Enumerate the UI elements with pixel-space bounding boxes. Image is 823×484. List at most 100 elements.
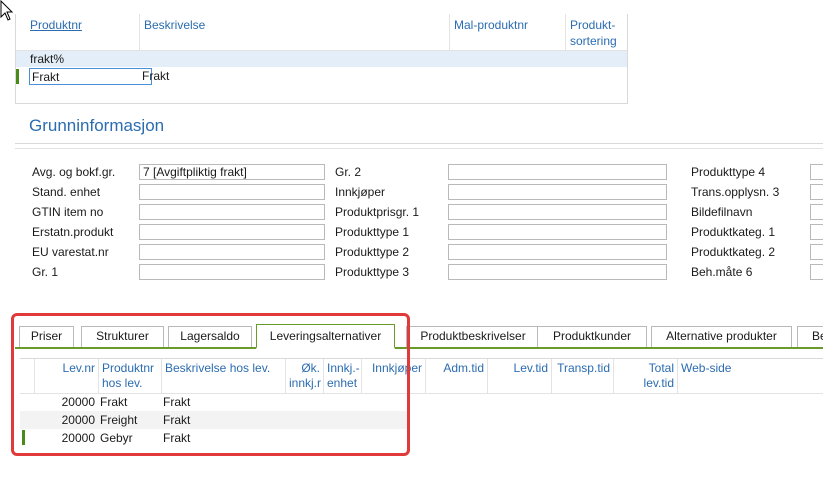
filter-value: frakt% (30, 52, 65, 66)
current-row-marker (22, 430, 25, 445)
column-header-label: Lev.tid (513, 361, 548, 375)
lev-nr-value: 20000 (61, 395, 95, 409)
column-header-total-lev-tid[interactable]: Total lev.tid (613, 359, 677, 393)
section-title: Grunninformasjon (29, 116, 165, 135)
delivery-options-grid: Lev.nr Produktnr hos lev. Beskrivelse ho… (20, 358, 823, 454)
column-header-ok-innkj-r[interactable]: Øk. innkj.r (285, 359, 323, 393)
beskrivelse-value: Frakt (163, 413, 191, 427)
label-eu-varestat-nr: EU varestat.nr (32, 245, 109, 259)
column-header-label: Innkj.- enhet (327, 361, 360, 390)
column-header-web-side[interactable]: Web-side (677, 359, 823, 393)
tab-strukturer[interactable]: Strukturer (81, 326, 164, 347)
column-header-label: Transp.tid (557, 361, 610, 375)
filter-row[interactable]: frakt% (16, 51, 627, 67)
column-header-produktnr[interactable]: Produktnr (26, 14, 139, 51)
label-erstatn-produkt: Erstatn.produkt (32, 225, 114, 239)
table-row[interactable]: 20000 Freight Frakt (20, 411, 410, 429)
stand-enhet-field[interactable] (139, 184, 325, 200)
product-list-grid: Produktnr Beskrivelse Mal-produktnr Prod… (15, 14, 628, 104)
beskrivelse-value: Frakt (142, 69, 170, 83)
label-beh-mate-6: Beh.måte 6 (691, 265, 753, 279)
label-produktkateg-2: Produktkateg. 2 (691, 245, 776, 259)
label-produkttype-2: Produkttype 2 (335, 245, 410, 259)
produktnr-value: Freight (100, 413, 138, 427)
current-row-marker (16, 69, 19, 84)
column-header-label: Produktnr hos lev. (102, 361, 155, 390)
column-header-lev-nr[interactable]: Lev.nr (34, 359, 98, 393)
produktnr-value: Frakt (32, 70, 60, 84)
trans-opplysn-3-field[interactable] (810, 184, 823, 200)
tab-lagersaldo[interactable]: Lagersaldo (168, 326, 252, 347)
column-header-adm-tid[interactable]: Adm.tid (425, 359, 487, 393)
label-gr-2: Gr. 2 (335, 165, 362, 179)
column-header-beskrivelse-hos-lev[interactable]: Beskrivelse hos lev. (161, 359, 285, 393)
column-header-produktnr-hos-lev[interactable]: Produktnr hos lev. (98, 359, 161, 393)
column-header-label: Beskrivelse hos lev. (165, 361, 271, 375)
tab-underline (15, 347, 823, 349)
label-produkttype-4: Produkttype 4 (691, 165, 766, 179)
beskrivelse-value: Frakt (163, 395, 191, 409)
label-gr-1: Gr. 1 (32, 265, 59, 279)
produktkateg-2-field[interactable] (810, 244, 823, 260)
column-header-label: Mal-produktnr (454, 18, 529, 32)
column-header-innkj-enhet[interactable]: Innkj.- enhet (323, 359, 361, 393)
label-avg-bokf-gr: Avg. og bokf.gr. (32, 165, 116, 179)
column-header-produkt-sortering[interactable]: Produkt- sortering (565, 14, 629, 51)
lev-nr-value: 20000 (61, 413, 95, 427)
produkttype-1-field[interactable] (448, 224, 667, 240)
column-header-label: Øk. innkj.r (289, 361, 322, 390)
gr-1-field[interactable] (139, 264, 325, 280)
column-header-label: Produkt- sortering (570, 18, 617, 48)
produktnr-cell-editor[interactable]: Frakt (29, 68, 152, 85)
avg-bokf-gr-field[interactable]: 7 [Avgiftpliktig frakt] (139, 164, 325, 180)
column-header-innkjoper[interactable]: Innkjøper (361, 359, 425, 393)
column-header-beskrivelse[interactable]: Beskrivelse (139, 14, 449, 51)
column-header-transp-tid[interactable]: Transp.tid (551, 359, 613, 393)
tab-priser[interactable]: Priser (19, 326, 74, 347)
label-produkttype-1: Produkttype 1 (335, 225, 410, 239)
table-row[interactable]: 20000 Gebyr Frakt (20, 429, 410, 447)
tab-produktbeskrivelser[interactable]: Produktbeskrivelser (406, 326, 540, 347)
produktprisgr-1-field[interactable] (448, 204, 667, 220)
section-header: Grunninformasjon (15, 110, 823, 144)
basic-info-form: Avg. og bokf.gr. 7 [Avgiftpliktig frakt]… (15, 148, 823, 300)
innkjoper-field[interactable] (448, 184, 667, 200)
column-header-label: Produktnr (30, 18, 83, 32)
label-gtin-item-no: GTIN item no (32, 205, 104, 219)
bildefilnavn-field[interactable] (810, 204, 823, 220)
tab-be[interactable]: Be (797, 326, 823, 347)
label-trans-opplysn-3: Trans.opplysn. 3 (691, 185, 780, 199)
label-produktkateg-1: Produktkateg. 1 (691, 225, 776, 239)
beskrivelse-value: Frakt (163, 431, 191, 445)
produkttype-4-field[interactable] (810, 164, 823, 180)
table-row[interactable]: 20000 Frakt Frakt (20, 393, 410, 411)
column-header-label: Innkjøper (371, 361, 422, 375)
produktnr-value: Gebyr (100, 431, 133, 445)
table-row[interactable]: Frakt Frakt (16, 68, 627, 85)
label-innkjoper: Innkjøper (335, 185, 386, 199)
gr-2-field[interactable] (448, 164, 667, 180)
tab-produktkunder[interactable]: Produktkunder (537, 326, 647, 347)
product-list-header: Produktnr Beskrivelse Mal-produktnr Prod… (16, 14, 627, 51)
produkttype-2-field[interactable] (448, 244, 667, 260)
mouse-cursor-icon (0, 0, 14, 21)
produkttype-3-field[interactable] (448, 264, 667, 280)
produktkateg-1-field[interactable] (810, 224, 823, 240)
erstatn-produkt-field[interactable] (139, 224, 325, 240)
column-header-lev-tid[interactable]: Lev.tid (487, 359, 551, 393)
label-produktprisgr-1: Produktprisgr. 1 (335, 205, 420, 219)
eu-varestat-nr-field[interactable] (139, 244, 325, 260)
column-header-label: Adm.tid (443, 361, 484, 375)
label-produkttype-3: Produkttype 3 (335, 265, 410, 279)
lev-nr-value: 20000 (61, 431, 95, 445)
column-header-label: Beskrivelse (144, 18, 206, 32)
tab-bar: Priser Strukturer Lagersaldo Leveringsal… (15, 324, 823, 349)
column-header-label: Total lev.tid (643, 361, 674, 390)
tab-alternative-produkter[interactable]: Alternative produkter (651, 326, 792, 347)
tab-leveringsalternativer[interactable]: Leveringsalternativer (256, 324, 395, 349)
beh-mate-6-field[interactable] (810, 264, 823, 280)
produktnr-value: Frakt (100, 395, 128, 409)
gtin-item-no-field[interactable] (139, 204, 325, 220)
column-header-label: Web-side (681, 361, 732, 375)
column-header-mal-produktnr[interactable]: Mal-produktnr (449, 14, 565, 51)
